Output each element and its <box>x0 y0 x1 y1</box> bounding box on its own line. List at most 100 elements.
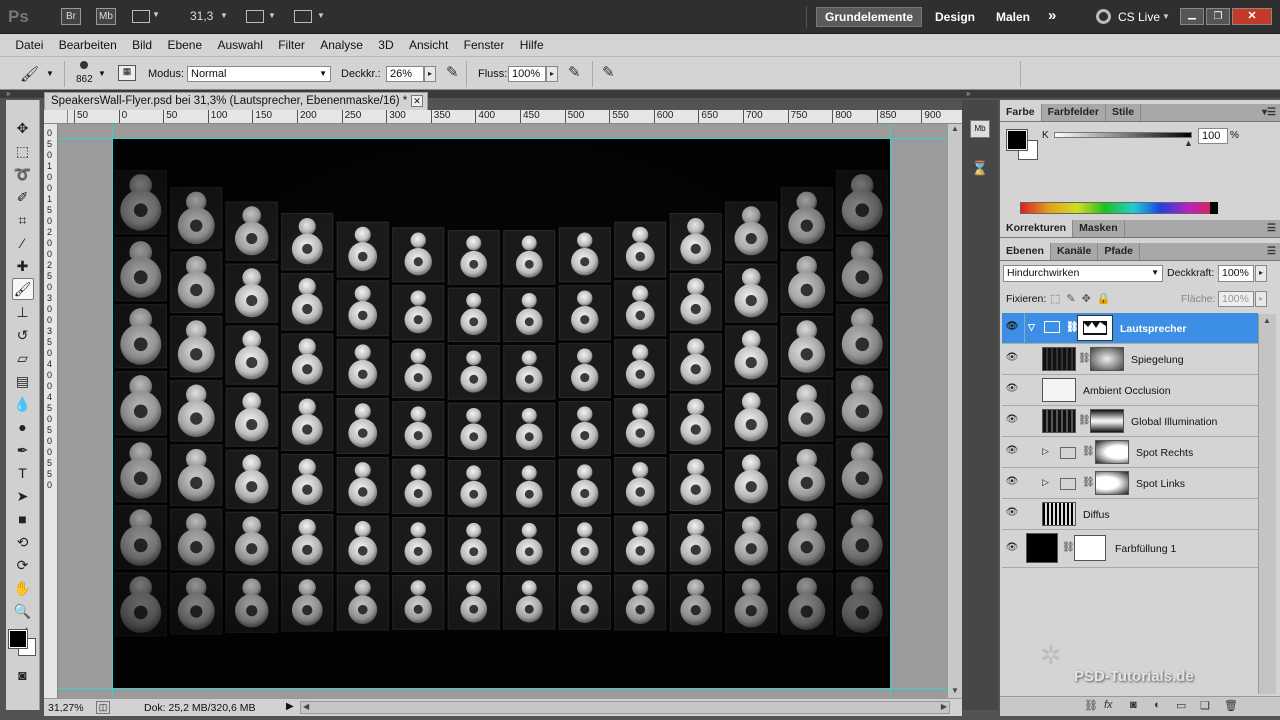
menu-auswahl[interactable]: Auswahl <box>212 34 269 56</box>
flow-slider-button[interactable]: ▸ <box>546 66 558 82</box>
visibility-eye-icon[interactable]: 👁 <box>1004 321 1020 335</box>
tab-masken[interactable]: Masken <box>1073 220 1125 237</box>
chevron-down-icon[interactable]: ▼ <box>1162 12 1170 21</box>
zoom-readout[interactable]: 31,27% <box>48 702 84 714</box>
layer-mask-thumbnail[interactable] <box>1090 347 1124 371</box>
marquee-tool-icon[interactable]: ⬚ <box>12 140 34 162</box>
menu-hilfe[interactable]: Hilfe <box>514 34 550 56</box>
color-ramp[interactable] <box>1020 202 1218 214</box>
view-extras-icon[interactable] <box>132 10 150 23</box>
ruler-origin[interactable] <box>44 110 68 124</box>
layer-mask-thumbnail[interactable] <box>1095 440 1129 464</box>
chevron-down-icon[interactable]: ▼ <box>317 11 325 20</box>
chevron-down-icon[interactable]: ▼ <box>220 11 228 20</box>
scroll-left-icon[interactable]: ◀ <box>303 702 309 711</box>
close-tab-icon[interactable]: ✕ <box>411 95 423 107</box>
menu-fenster[interactable]: Fenster <box>458 34 511 56</box>
panel-menu-icon[interactable]: ▾☰ <box>1262 107 1276 118</box>
layer-row-farbfuellung[interactable]: 👁 ⛓ Farbfüllung 1 <box>1002 530 1258 568</box>
group-expanded-icon[interactable]: ▽ <box>1028 322 1035 333</box>
collapse-icon[interactable]: » <box>6 89 10 98</box>
zoom-level[interactable]: 31,3 <box>190 9 213 23</box>
layer-row-global-illumination[interactable]: 👁 ⛓ Global Illumination <box>1002 406 1258 437</box>
document-canvas[interactable] <box>113 139 890 688</box>
screen-mode-icon[interactable] <box>294 10 312 23</box>
menu-ansicht[interactable]: Ansicht <box>403 34 454 56</box>
brush-tip-icon[interactable] <box>80 61 88 69</box>
layers-scrollbar[interactable]: ▲ <box>1258 314 1276 694</box>
airbrush-icon[interactable]: ✎ <box>568 63 581 81</box>
link-chain-icon[interactable]: ⛓ <box>1066 322 1079 333</box>
opacity-slider-button[interactable]: ▸ <box>424 66 436 82</box>
quick-mask-icon[interactable]: ◙ <box>12 664 34 686</box>
tab-farbfelder[interactable]: Farbfelder <box>1042 104 1106 121</box>
close-button[interactable]: ✕ <box>1232 8 1272 25</box>
status-menu-arrow-icon[interactable]: ▶ <box>286 701 294 712</box>
eraser-tool-icon[interactable]: ▱ <box>12 347 34 369</box>
fill-layer-thumbnail[interactable] <box>1026 533 1058 563</box>
quick-select-tool-icon[interactable]: ✐ <box>12 186 34 208</box>
visibility-eye-icon[interactable]: 👁 <box>1004 445 1020 459</box>
workspace-malen[interactable]: Malen <box>996 10 1030 24</box>
visibility-eye-icon[interactable]: 👁 <box>1004 352 1020 366</box>
chevron-down-icon[interactable]: ▼ <box>268 11 276 20</box>
link-layers-icon[interactable]: ⛓ <box>1084 699 1098 712</box>
3d-rotate-tool-icon[interactable]: ⟲ <box>12 531 34 553</box>
vertical-ruler[interactable]: 050100150200250300350400450500550 <box>44 124 58 698</box>
lasso-tool-icon[interactable]: ➰ <box>12 163 34 185</box>
visibility-eye-icon[interactable]: 👁 <box>1004 507 1020 521</box>
stamp-tool-icon[interactable]: ⊥ <box>12 301 34 323</box>
menu-datei[interactable]: Datei <box>9 34 49 56</box>
visibility-eye-icon[interactable]: 👁 <box>1004 476 1020 490</box>
new-group-icon[interactable]: ▭ <box>1176 699 1186 712</box>
menu-3d[interactable]: 3D <box>372 34 399 56</box>
link-chain-icon[interactable]: ⛓ <box>1078 415 1091 426</box>
horizontal-ruler[interactable]: 50 0 50 100 150 200 250 300 350 400 450 500 550 600 65… <box>68 110 962 124</box>
link-chain-icon[interactable]: ⛓ <box>1082 477 1095 488</box>
layer-row-lautsprecher[interactable]: 👁 ▽ ⛓ Lautsprecher <box>1002 313 1258 344</box>
flow-input[interactable]: 100% <box>508 66 546 82</box>
foreground-color-swatch[interactable] <box>8 629 28 649</box>
chevron-down-icon[interactable]: ▼ <box>46 69 54 78</box>
brush-tool-preset-icon[interactable]: 🖌 <box>20 65 39 83</box>
opacity-input[interactable]: 26% <box>386 66 424 82</box>
workspace-grundelemente[interactable]: Grundelemente <box>816 7 922 27</box>
pen-tool-icon[interactable]: ✒ <box>12 439 34 461</box>
tab-ebenen[interactable]: Ebenen <box>1000 243 1051 260</box>
brush-tool-icon[interactable]: 🖌 <box>11 278 34 300</box>
pressure-size-icon[interactable]: ✎ <box>602 63 615 81</box>
move-tool-icon[interactable]: ✥ <box>12 117 34 139</box>
panel-menu-icon[interactable]: ☰ <box>1267 223 1276 234</box>
tab-stile[interactable]: Stile <box>1106 104 1142 121</box>
scroll-down-icon[interactable]: ▼ <box>951 686 959 695</box>
tab-korrekturen[interactable]: Korrekturen <box>1000 220 1074 237</box>
visibility-eye-icon[interactable]: 👁 <box>1004 383 1020 397</box>
menu-filter[interactable]: Filter <box>272 34 311 56</box>
minibridge-button[interactable]: Mb <box>96 8 116 25</box>
guide-line[interactable] <box>58 138 948 139</box>
minimize-button[interactable]: ▁ <box>1180 8 1204 25</box>
ramp-black[interactable] <box>1210 202 1218 214</box>
more-workspaces-icon[interactable]: » <box>1048 7 1056 24</box>
brush-panel-icon[interactable]: ▦ <box>118 65 136 81</box>
cslive-menu[interactable]: CS Live <box>1118 10 1160 24</box>
layer-mask-thumbnail[interactable] <box>1095 471 1129 495</box>
shape-tool-icon[interactable]: ■ <box>12 508 34 530</box>
chevron-down-icon[interactable]: ▼ <box>152 10 160 19</box>
layer-mask-thumbnail[interactable] <box>1074 535 1106 561</box>
layer-row-ambient-occlusion[interactable]: 👁 Ambient Occlusion <box>1002 375 1258 406</box>
scroll-right-icon[interactable]: ▶ <box>941 702 947 711</box>
maximize-button[interactable]: ❐ <box>1206 8 1230 25</box>
hand-tool-icon[interactable]: ✋ <box>12 577 34 599</box>
adjustment-layer-icon[interactable]: ◐ <box>1154 699 1161 711</box>
path-select-tool-icon[interactable]: ➤ <box>12 485 34 507</box>
slider-handle-icon[interactable]: ▲ <box>1184 138 1193 148</box>
fill-slider-button[interactable]: ▸ <box>1255 291 1267 307</box>
delete-layer-icon[interactable]: 🗑 <box>1224 699 1238 712</box>
pressure-opacity-icon[interactable]: ✎ <box>446 63 459 81</box>
horizontal-scrollbar[interactable]: ◀ ▶ <box>300 701 950 714</box>
bridge-button[interactable]: Br <box>61 8 81 25</box>
k-value-input[interactable]: 100 <box>1198 128 1228 144</box>
vertical-scrollbar[interactable]: ▲ ▼ <box>948 124 962 698</box>
visibility-eye-icon[interactable]: 👁 <box>1004 414 1020 428</box>
